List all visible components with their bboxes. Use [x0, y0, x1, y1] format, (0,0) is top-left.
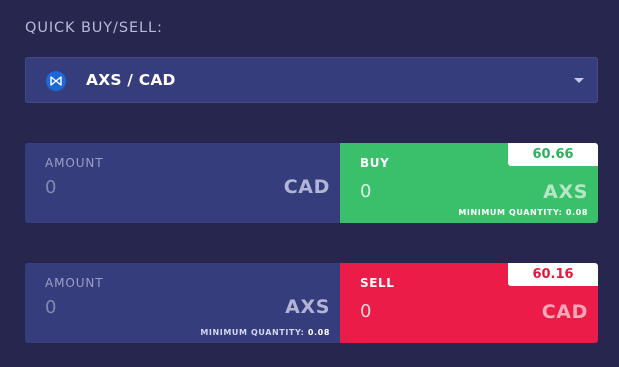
- min-qty-value: 0.08: [565, 208, 588, 217]
- min-qty-value: 0.08: [307, 328, 330, 337]
- amount-label: AMOUNT: [45, 156, 104, 170]
- sell-row: AMOUNT AXS MINIMUM QUANTITY: 0.08 SELL 6…: [25, 263, 598, 343]
- amount-currency: CAD: [283, 176, 330, 198]
- buy-button[interactable]: BUY 60.66 AXS MINIMUM QUANTITY: 0.08: [340, 143, 598, 223]
- section-title: QUICK BUY/SELL:: [25, 20, 163, 36]
- buy-label: BUY: [360, 156, 390, 170]
- sell-button[interactable]: SELL 60.16 CAD: [340, 263, 598, 343]
- buy-quantity-input[interactable]: [360, 181, 460, 202]
- sell-quantity-input[interactable]: [360, 301, 460, 322]
- sell-label: SELL: [360, 276, 395, 290]
- min-qty-label: MINIMUM QUANTITY:: [458, 208, 563, 217]
- buy-row: AMOUNT CAD BUY 60.66 AXS MINIMUM QUANTIT…: [25, 143, 598, 223]
- buy-amount-input[interactable]: [45, 177, 225, 198]
- amount-currency: AXS: [285, 296, 330, 318]
- pair-label: AXS / CAD: [86, 71, 176, 89]
- min-qty-label: MINIMUM QUANTITY:: [200, 328, 305, 337]
- buy-currency: AXS: [543, 181, 588, 203]
- pair-selector[interactable]: AXS / CAD: [25, 57, 598, 103]
- sell-amount-input[interactable]: [45, 297, 225, 318]
- buy-price-badge: 60.66: [508, 143, 598, 166]
- sell-currency: CAD: [541, 301, 588, 323]
- quick-trade-widget: QUICK BUY/SELL: AXS / CAD AMOUNT CAD BUY…: [0, 0, 619, 367]
- buy-amount-field[interactable]: AMOUNT CAD: [25, 143, 340, 223]
- amount-label: AMOUNT: [45, 276, 104, 290]
- caret-down-icon[interactable]: [574, 78, 584, 83]
- buy-min-quantity: MINIMUM QUANTITY: 0.08: [458, 208, 588, 217]
- sell-min-quantity: MINIMUM QUANTITY: 0.08: [200, 328, 330, 337]
- sell-amount-field[interactable]: AMOUNT AXS MINIMUM QUANTITY: 0.08: [25, 263, 340, 343]
- axs-coin-icon: [46, 71, 66, 91]
- sell-price-badge: 60.16: [508, 263, 598, 286]
